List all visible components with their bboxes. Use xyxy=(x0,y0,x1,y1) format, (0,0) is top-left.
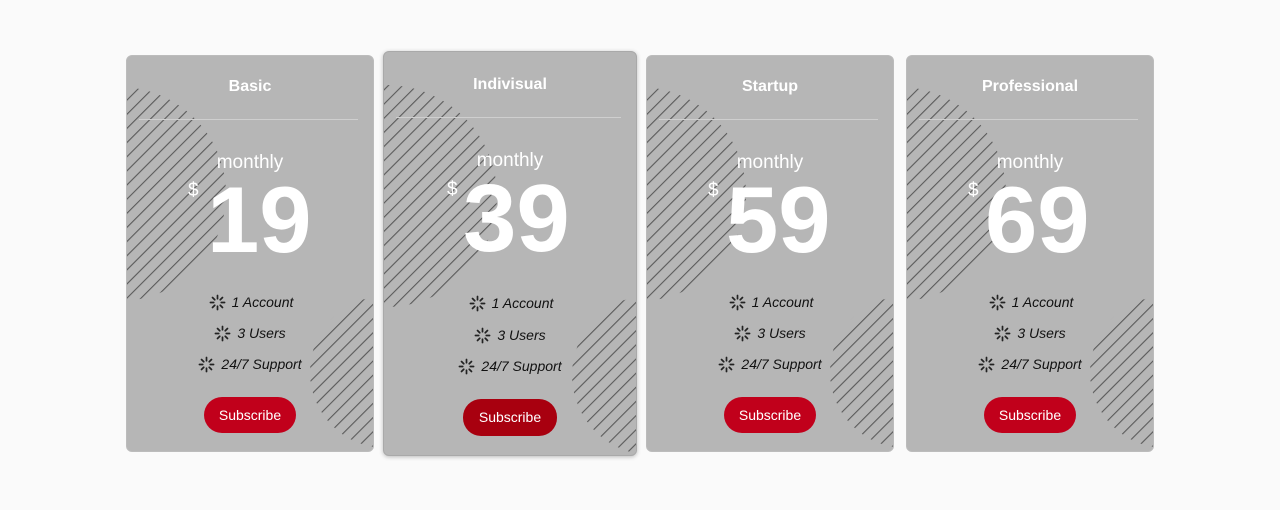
spinner-icon xyxy=(469,295,486,312)
feature-item: 1 Account xyxy=(647,294,893,311)
pricing-card-startup: Startup monthly $ 59 1 Account 3 Users 2… xyxy=(646,55,894,452)
feature-item: 24/7 Support xyxy=(127,356,373,373)
feature-label: 3 Users xyxy=(757,325,806,341)
price-value: 69 xyxy=(985,167,1090,272)
feature-item: 3 Users xyxy=(127,325,373,342)
spinner-icon xyxy=(214,325,231,342)
plan-title: Basic xyxy=(228,78,272,95)
divider xyxy=(659,119,878,120)
spinner-icon xyxy=(734,325,751,342)
price-value: 59 xyxy=(726,167,831,272)
spinner-icon xyxy=(989,294,1006,311)
divider xyxy=(139,119,358,120)
price-value: 19 xyxy=(207,167,312,272)
feature-label: 24/7 Support xyxy=(221,356,302,372)
price-value: 39 xyxy=(463,165,570,272)
spinner-icon xyxy=(718,356,735,373)
feature-label: 24/7 Support xyxy=(481,358,562,374)
hatch-decoration xyxy=(572,295,636,455)
currency-symbol: $ xyxy=(708,180,719,201)
plan-title: Professional xyxy=(981,78,1079,95)
spinner-icon xyxy=(198,356,215,373)
feature-item: 3 Users xyxy=(907,325,1153,342)
currency-symbol: $ xyxy=(188,180,199,201)
spinner-icon xyxy=(474,327,491,344)
subscribe-button[interactable]: Subscribe xyxy=(204,397,296,433)
feature-label: 3 Users xyxy=(497,327,546,343)
feature-item: 1 Account xyxy=(384,295,636,312)
pricing-card-professional: Professional monthly $ 69 1 Account 3 Us… xyxy=(906,55,1154,452)
divider xyxy=(396,117,621,118)
subscribe-button[interactable]: Subscribe xyxy=(984,397,1076,433)
feature-item: 24/7 Support xyxy=(384,358,636,375)
pricing-card-basic: Basic monthly $ 19 1 Account 3 Users 24/… xyxy=(126,55,374,452)
spinner-icon xyxy=(209,294,226,311)
spinner-icon xyxy=(458,358,475,375)
feature-label: 24/7 Support xyxy=(741,356,822,372)
feature-item: 1 Account xyxy=(127,294,373,311)
subscribe-button[interactable]: Subscribe xyxy=(463,399,557,436)
plan-title: Indivisual xyxy=(473,76,547,93)
divider xyxy=(919,119,1138,120)
feature-item: 3 Users xyxy=(384,327,636,344)
spinner-icon xyxy=(729,294,746,311)
feature-label: 3 Users xyxy=(237,325,286,341)
feature-item: 3 Users xyxy=(647,325,893,342)
feature-label: 3 Users xyxy=(1017,325,1066,341)
feature-label: 24/7 Support xyxy=(1001,356,1082,372)
subscribe-button[interactable]: Subscribe xyxy=(724,397,816,433)
spinner-icon xyxy=(978,356,995,373)
currency-symbol: $ xyxy=(447,179,458,200)
feature-label: 1 Account xyxy=(231,294,294,310)
hatch-decoration xyxy=(1090,296,1153,451)
hatch-decoration xyxy=(830,296,893,451)
plan-title: Startup xyxy=(742,78,798,95)
feature-label: 1 Account xyxy=(1011,294,1074,310)
pricing-card-indivisual: Indivisual monthly $ 39 1 Account 3 User… xyxy=(383,51,637,456)
feature-item: 24/7 Support xyxy=(647,356,893,373)
feature-label: 1 Account xyxy=(491,295,554,311)
spinner-icon xyxy=(994,325,1011,342)
feature-item: 24/7 Support xyxy=(907,356,1153,373)
currency-symbol: $ xyxy=(968,180,979,201)
feature-label: 1 Account xyxy=(751,294,814,310)
hatch-decoration xyxy=(310,296,373,451)
feature-item: 1 Account xyxy=(907,294,1153,311)
